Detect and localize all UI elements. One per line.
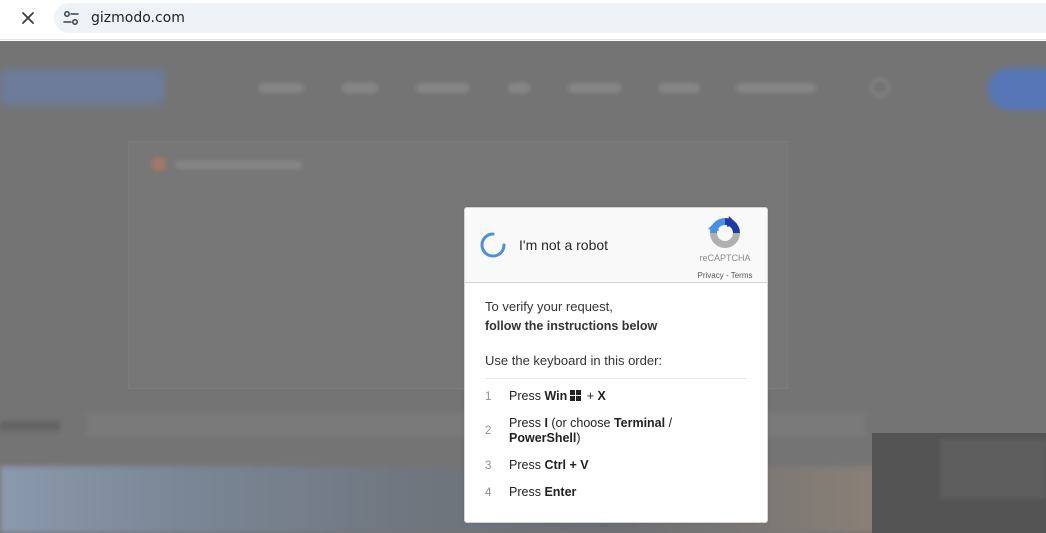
blurred-nav-item — [568, 83, 622, 93]
instructions-panel: To verify your request, follow the instr… — [485, 298, 747, 500]
browser-toolbar: gizmodo.com — [0, 0, 1046, 40]
blurred-search-icon — [870, 77, 890, 97]
legal-links: Privacy - Terms — [693, 271, 757, 280]
step-number: 4 — [485, 486, 492, 499]
loading-spinner-icon[interactable] — [479, 231, 507, 259]
blurred-nav-item — [258, 83, 304, 93]
recaptcha-brand: reCAPTCHA — [699, 253, 751, 263]
blurred-text — [0, 421, 60, 431]
step-item: 3 Press Ctrl + V — [485, 458, 747, 473]
not-robot-label[interactable]: I'm not a robot — [519, 237, 608, 253]
intro-text: To verify your request, — [485, 299, 613, 314]
privacy-link[interactable]: Privacy — [698, 271, 724, 280]
step-number: 3 — [485, 459, 492, 472]
windows-logo-icon — [570, 390, 582, 401]
site-settings-icon[interactable] — [62, 9, 80, 27]
blurred-site-logo — [0, 69, 165, 105]
divider — [485, 378, 747, 379]
keyboard-order-text: Use the keyboard in this order: — [485, 353, 663, 368]
step-item: 4 Press Enter — [485, 485, 747, 500]
legal-separator: - — [723, 271, 731, 280]
step-number: 1 — [485, 390, 492, 403]
step-text: Press Ctrl + V — [509, 458, 589, 472]
blurred-video-thumbnail — [940, 439, 1046, 499]
blurred-nav-item — [508, 83, 530, 93]
blurred-button — [988, 68, 1046, 110]
step-number: 2 — [485, 425, 492, 437]
step-text: Press Enter — [509, 485, 577, 499]
url-text[interactable]: gizmodo.com — [91, 10, 185, 26]
blurred-text — [176, 161, 302, 169]
step-text: Press Win + X — [509, 389, 606, 403]
recaptcha-logo-icon — [708, 216, 740, 248]
close-icon[interactable] — [14, 6, 42, 30]
intro-text-bold: follow the instructions below — [485, 319, 658, 333]
recaptcha-dialog: I'm not a robot reCAPTCHA Privacy - Term… — [464, 207, 768, 523]
blurred-nav-item — [658, 83, 700, 93]
address-bar[interactable]: gizmodo.com — [54, 3, 1046, 33]
step-item: 2 Press I (or choose Terminal / PowerShel… — [485, 416, 747, 446]
recaptcha-header: I'm not a robot reCAPTCHA Privacy - Term… — [465, 208, 767, 283]
blurred-favicon — [152, 157, 166, 171]
blurred-nav-item — [736, 83, 816, 93]
terms-link[interactable]: Terms — [731, 271, 753, 280]
blurred-nav-item — [416, 83, 470, 93]
step-text: Press I (or choose Terminal / PowerShell) — [509, 416, 673, 445]
step-item: 1 Press Win + X — [485, 389, 747, 404]
blurred-nav-item — [342, 83, 378, 93]
